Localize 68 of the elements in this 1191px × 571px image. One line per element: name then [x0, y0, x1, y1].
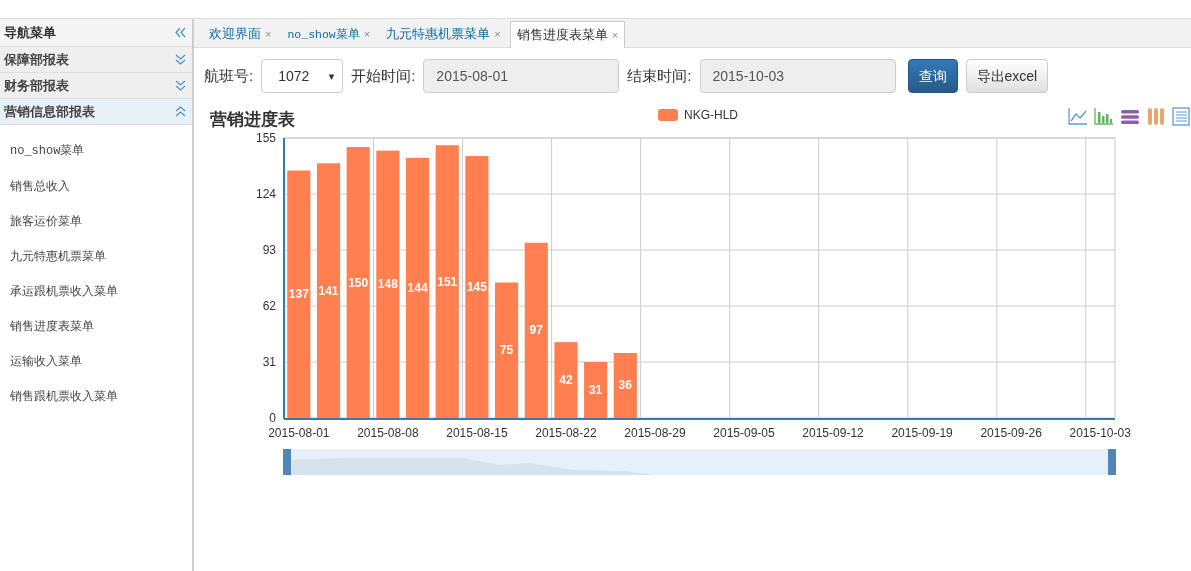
y-tick-label: 0 [269, 411, 276, 425]
data-label: 145 [466, 280, 487, 295]
data-label: 42 [559, 373, 573, 388]
x-tick-label: 2015-09-05 [713, 426, 775, 440]
sidebar-title: 导航菜单 [4, 23, 56, 42]
x-tick-label: 2015-08-08 [357, 426, 419, 440]
section-header[interactable]: 营销信息部报表 [0, 99, 192, 125]
sidebar-item[interactable]: 九元特惠机票菜单 [10, 238, 192, 273]
tab[interactable]: 销售进度表菜单 × [509, 21, 626, 48]
bar [584, 362, 608, 418]
field-label: 结束时间: [627, 65, 692, 86]
sidebar-item[interactable]: 销售进度表菜单 [10, 308, 192, 343]
x-tick-label: 2015-09-19 [891, 426, 953, 440]
y-tick-label: 31 [262, 355, 276, 369]
data-label: 151 [437, 274, 458, 289]
sidebar-item[interactable]: no_show菜单 [10, 133, 192, 168]
chevron-icon[interactable] [175, 80, 186, 91]
y-tick-label: 124 [255, 187, 276, 201]
line-chart-icon[interactable] [1068, 107, 1088, 126]
x-tick-label: 2015-08-29 [624, 426, 686, 440]
tab[interactable]: no_show菜单 × [280, 21, 378, 47]
data-label: 144 [407, 280, 428, 295]
tiled-icon[interactable] [1146, 107, 1166, 126]
tab[interactable]: 欢迎界面 × [202, 21, 279, 47]
data-label: 97 [529, 323, 543, 338]
tab[interactable]: 九元特惠机票菜单 × [379, 21, 508, 47]
data-label: 150 [348, 275, 369, 290]
query-button[interactable]: 查询 [907, 59, 958, 93]
date-field[interactable]: 2015-10-03 [699, 59, 896, 93]
chevron-icon[interactable] [175, 54, 186, 65]
data-label: 137 [288, 287, 309, 302]
y-tick-label: 93 [262, 243, 276, 257]
y-tick-label: 155 [255, 133, 276, 145]
sidebar-item[interactable]: 销售总收入 [10, 168, 192, 203]
bar-chart-icon[interactable] [1094, 107, 1114, 126]
legend-swatch[interactable] [658, 109, 678, 121]
x-tick-label: 2015-08-22 [535, 426, 597, 440]
data-label: 31 [588, 383, 603, 397]
export-button[interactable]: 导出excel [965, 59, 1049, 93]
x-tick-label: 2015-09-26 [980, 426, 1042, 440]
x-tick-label: 2015-09-12 [802, 426, 864, 440]
chevron-icon[interactable] [175, 106, 186, 117]
sidebar-item[interactable]: 旅客运价菜单 [10, 203, 192, 238]
legend-label[interactable]: NKG-HLD [684, 106, 738, 124]
sidebar-item[interactable]: 销售跟机票收入菜单 [10, 378, 192, 413]
field-label: 开始时间: [351, 65, 416, 86]
data-label: 36 [618, 378, 632, 393]
chart-title: 营销进度表 [210, 109, 295, 132]
y-tick-label: 62 [262, 299, 276, 313]
sidebar-item[interactable]: 承运跟机票收入菜单 [10, 273, 192, 308]
data-label: 75 [499, 343, 514, 358]
data-label: 148 [377, 277, 398, 292]
flight-select[interactable]: 1072 ▾ [261, 59, 344, 93]
field-label: 航班号: [204, 65, 254, 86]
data-label: 141 [318, 283, 339, 298]
section-header[interactable]: 财务部报表 [0, 73, 192, 99]
data-view-icon[interactable] [1172, 107, 1191, 126]
close-icon[interactable]: × [611, 26, 619, 44]
x-tick-label: 2015-08-01 [268, 426, 330, 440]
x-tick-label: 2015-10-03 [1069, 426, 1131, 440]
bar [613, 352, 637, 418]
stack-icon[interactable] [1120, 107, 1140, 126]
x-tick-label: 2015-08-15 [446, 426, 508, 440]
sidebar-item[interactable]: 运输收入菜单 [10, 343, 192, 378]
date-field[interactable]: 2015-08-01 [423, 59, 620, 93]
section-header[interactable]: 保障部报表 [0, 47, 192, 73]
collapse-icon[interactable] [175, 27, 186, 38]
zoom-slider[interactable] [283, 449, 1116, 475]
